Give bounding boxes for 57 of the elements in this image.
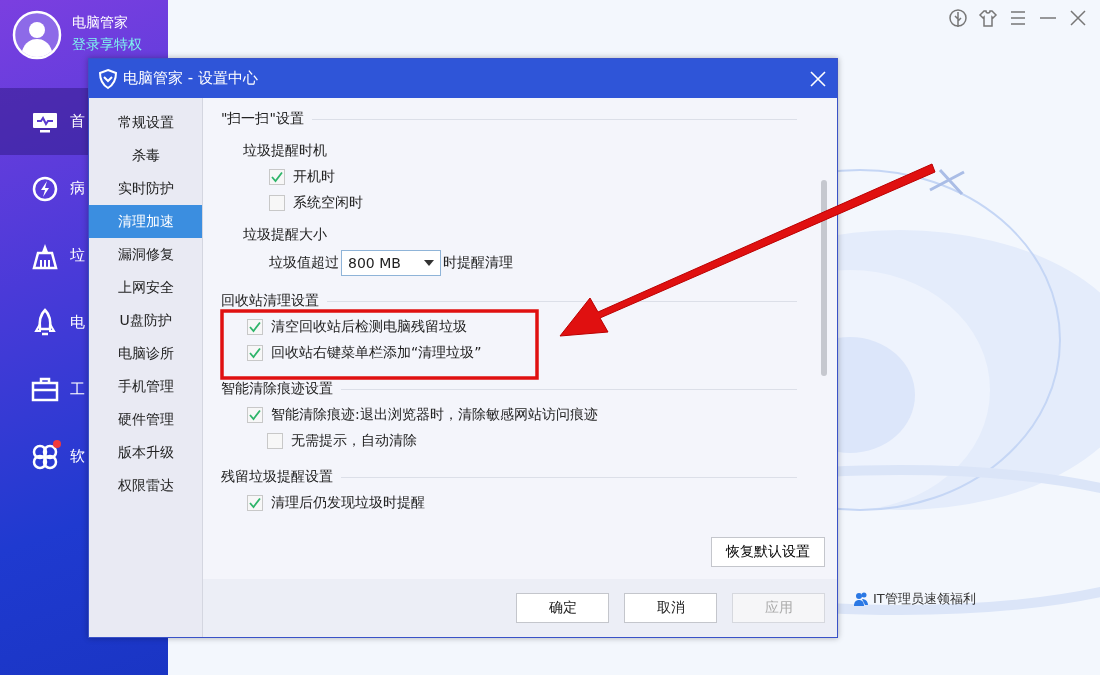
checkbox-label: 智能清除痕迹:退出浏览器时，清除敏感网站访问痕迹 [271, 406, 598, 424]
promo-link[interactable]: IT管理员速领福利 [873, 590, 976, 608]
checkbox[interactable] [247, 319, 263, 335]
checkbox[interactable] [247, 495, 263, 511]
size-dropdown[interactable]: 800 MB [341, 250, 441, 276]
checkbox[interactable] [267, 433, 283, 449]
app-name: 电脑管家 [72, 14, 129, 32]
category-item[interactable]: 杀毒 [89, 139, 202, 172]
login-link[interactable]: 登录享特权 [72, 36, 142, 54]
checkbox[interactable] [269, 169, 285, 185]
checkbox-label: 系统空闲时 [293, 194, 363, 212]
checkbox-label: 清空回收站后检测电脑残留垃圾 [271, 318, 467, 336]
checkbox[interactable] [247, 345, 263, 361]
checkbox-label: 回收站右键菜单栏添加“清理垃圾” [271, 344, 482, 362]
people-icon [853, 591, 869, 607]
section-title: 残留垃圾提醒设置 [221, 468, 333, 486]
category-item[interactable]: 实时防护 [89, 172, 202, 205]
category-item[interactable]: 权限雷达 [89, 469, 202, 502]
close-icon[interactable] [809, 69, 827, 88]
checkbox[interactable] [247, 407, 263, 423]
checkbox[interactable] [269, 195, 285, 211]
scrollbar-thumb[interactable] [821, 180, 827, 376]
restore-defaults-button[interactable]: 恢复默认设置 [711, 537, 825, 567]
avatar-icon [12, 10, 62, 60]
section-title: 智能清除痕迹设置 [221, 380, 333, 398]
dialog-button[interactable]: 取消 [624, 593, 717, 623]
shield-icon [97, 67, 119, 90]
group-label: 垃圾提醒时机 [243, 141, 328, 160]
section-title: 回收站清理设置 [221, 292, 319, 310]
field-label: 时提醒清理 [443, 254, 513, 272]
nav-item[interactable]: 电 [0, 289, 88, 356]
category-item[interactable]: 手机管理 [89, 370, 202, 403]
checkbox-label: 清理后仍发现垃圾时提醒 [271, 494, 425, 512]
category-item[interactable]: 硬件管理 [89, 403, 202, 436]
category-item[interactable]: U盘防护 [89, 304, 202, 337]
leaf-icon[interactable] [948, 8, 968, 28]
group-label: 垃圾提醒大小 [243, 225, 328, 244]
menu-icon[interactable] [1008, 8, 1028, 28]
nav-item[interactable]: 病 [0, 155, 88, 222]
nav-item[interactable]: 工 [0, 356, 88, 423]
category-item[interactable]: 常规设置 [89, 106, 202, 139]
caret-icon [424, 260, 434, 266]
category-item[interactable]: 电脑诊所 [89, 337, 202, 370]
nav-item[interactable]: 首 [0, 88, 88, 155]
checkbox-label: 开机时 [293, 168, 335, 186]
category-item[interactable]: 版本升级 [89, 436, 202, 469]
nav-item[interactable]: 软 [0, 423, 88, 490]
category-item[interactable]: 上网安全 [89, 271, 202, 304]
field-label: 垃圾值超过 [269, 254, 339, 272]
category-item[interactable]: 漏洞修复 [89, 238, 202, 271]
nav-item[interactable]: 垃 [0, 222, 88, 289]
dialog-title: 电脑管家 - 设置中心 [123, 69, 259, 88]
close-icon[interactable] [1068, 8, 1088, 28]
section-title: "扫一扫"设置 [221, 110, 304, 128]
shirt-icon[interactable] [978, 8, 998, 28]
checkbox-label: 无需提示，自动清除 [291, 432, 417, 450]
dialog-button[interactable]: 确定 [516, 593, 609, 623]
